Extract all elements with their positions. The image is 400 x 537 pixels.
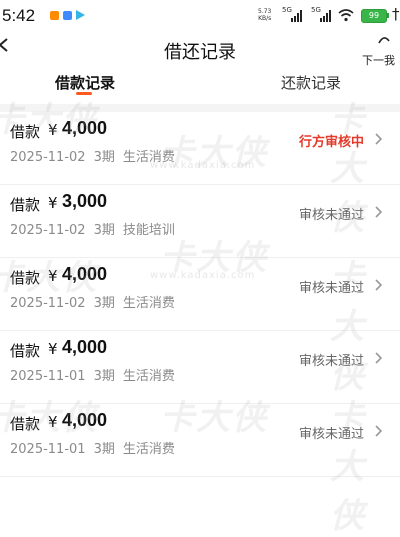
signal-label: 5G (311, 6, 321, 14)
next-arrow-icon[interactable] (378, 34, 390, 46)
chevron-right-icon (375, 133, 383, 145)
currency-symbol: ¥ (48, 121, 58, 139)
chevron-right-icon (375, 206, 383, 218)
record-meta: 2025-11-02 3期 生活消费 (10, 292, 183, 311)
wifi-icon (338, 9, 354, 22)
loan-amount: 4,000 (62, 337, 108, 357)
record-label: 借款 (10, 415, 41, 433)
notification-app-icon (63, 11, 72, 20)
tab-borrow-records[interactable]: 借款记录 (55, 72, 115, 93)
record-term: 3期 (93, 150, 115, 165)
loan-amount: 4,000 (62, 118, 108, 138)
battery-cap (387, 13, 389, 18)
record-label: 借款 (10, 123, 41, 141)
loan-record-list: 借款 ¥ 4,000 2025-11-02 3期 生活消费 行方审核中 借款 ¥ 3… (0, 112, 400, 477)
record-purpose: 技能培训 (122, 223, 175, 238)
loan-record-item[interactable]: 借款 ¥ 3,000 2025-11-02 3期 技能培训 审核未通过 (0, 185, 400, 258)
play-icon (76, 10, 85, 20)
record-term: 3期 (93, 223, 115, 238)
section-divider (0, 104, 400, 112)
record-purpose: 生活消费 (122, 296, 175, 311)
currency-symbol: ¥ (48, 340, 58, 358)
record-purpose: 生活消费 (122, 369, 175, 384)
loan-amount: 3,000 (62, 191, 108, 211)
loan-record-item[interactable]: 借款 ¥ 4,000 2025-11-01 3期 生活消费 审核未通过 (0, 404, 400, 477)
signal-label: 5G (282, 6, 292, 14)
record-meta: 2025-11-01 3期 生活消费 (10, 365, 183, 384)
page-title: 借还记录 (164, 42, 236, 63)
notification-app-icon (50, 11, 59, 20)
network-speed: 5.73 KB/s (258, 8, 272, 22)
active-tab-indicator (76, 92, 92, 95)
record-term: 3期 (93, 442, 115, 457)
loan-amount: 4,000 (62, 410, 108, 430)
loan-record-item[interactable]: 借款 ¥ 4,000 2025-11-01 3期 生活消费 审核未通过 (0, 331, 400, 404)
record-label: 借款 (10, 269, 41, 287)
record-date: 2025-11-02 (10, 296, 86, 311)
status-bar: 5:42 5.73 KB/s 5G 5G 99 † (0, 0, 400, 30)
record-purpose: 生活消费 (122, 442, 175, 457)
record-term: 3期 (93, 296, 115, 311)
record-meta: 2025-11-01 3期 生活消费 (10, 438, 183, 457)
tab-repay-records[interactable]: 还款记录 (281, 72, 341, 93)
record-term: 3期 (93, 369, 115, 384)
record-date: 2025-11-01 (10, 442, 86, 457)
record-meta: 2025-11-02 3期 生活消费 (10, 146, 183, 165)
loan-amount: 4,000 (62, 264, 108, 284)
chevron-right-icon (375, 352, 383, 364)
record-status: 审核未通过 (298, 208, 364, 223)
record-status: 审核未通过 (298, 281, 364, 296)
chevron-right-icon (375, 279, 383, 291)
currency-symbol: ¥ (48, 413, 58, 431)
record-label: 借款 (10, 196, 41, 214)
record-label: 借款 (10, 342, 41, 360)
record-meta: 2025-11-02 3期 技能培训 (10, 219, 183, 238)
record-date: 2025-11-02 (10, 150, 86, 165)
chevron-right-icon (375, 425, 383, 437)
nav-header: 借还记录 下一我 (0, 30, 400, 70)
record-status: 审核未通过 (298, 427, 364, 442)
record-date: 2025-11-01 (10, 369, 86, 384)
record-date: 2025-11-02 (10, 223, 86, 238)
record-purpose: 生活消费 (122, 150, 175, 165)
loan-record-item[interactable]: 借款 ¥ 4,000 2025-11-02 3期 生活消费 审核未通过 (0, 258, 400, 331)
battery-icon: 99 (361, 9, 387, 23)
record-status: 行方审核中 (298, 135, 364, 150)
record-status: 审核未通过 (298, 354, 364, 369)
record-tabs: 借款记录 还款记录 (0, 70, 400, 98)
status-overflow-icon: † (392, 5, 400, 23)
next-step-button[interactable]: 下一我 (362, 52, 395, 68)
currency-symbol: ¥ (48, 194, 58, 212)
status-time: 5:42 (2, 6, 36, 25)
loan-record-item[interactable]: 借款 ¥ 4,000 2025-11-02 3期 生活消费 行方审核中 (0, 112, 400, 185)
currency-symbol: ¥ (48, 267, 58, 285)
